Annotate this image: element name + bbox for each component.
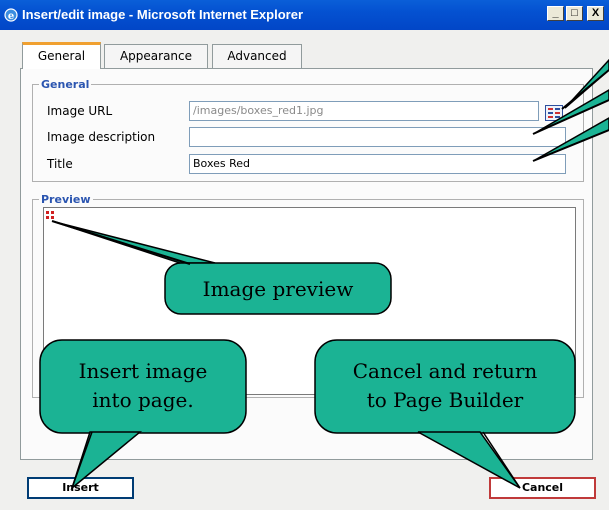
image-preview-callout-text: Image preview bbox=[202, 277, 354, 301]
image-url-label: Image URL bbox=[47, 104, 113, 118]
image-description-label: Image description bbox=[47, 130, 156, 144]
insert-callout-line2: into page. bbox=[92, 388, 194, 412]
preview-thumbnail-image bbox=[46, 211, 54, 219]
image-url-input[interactable]: /images/boxes_red1.jpg bbox=[189, 101, 539, 121]
ie-icon: e bbox=[4, 8, 18, 22]
cancel-callout-line2: to Page Builder bbox=[366, 388, 524, 412]
cancel-button[interactable]: Cancel bbox=[489, 477, 596, 499]
window-title: Insert/edit image - Microsoft Internet E… bbox=[22, 7, 303, 22]
maximize-button[interactable]: □ bbox=[566, 6, 583, 21]
minimize-button[interactable]: _ bbox=[547, 6, 564, 21]
cancel-callout-line1: Cancel and return bbox=[352, 359, 538, 383]
insert-callout-line1: Insert image bbox=[78, 359, 208, 383]
title-label: Title bbox=[47, 157, 73, 171]
tab-general[interactable]: General bbox=[22, 42, 101, 69]
browse-icon[interactable] bbox=[545, 105, 563, 121]
general-legend: General bbox=[41, 78, 90, 91]
title-bar[interactable]: e Insert/edit image - Microsoft Internet… bbox=[0, 0, 609, 30]
dialog-window: e Insert/edit image - Microsoft Internet… bbox=[0, 0, 609, 510]
close-button[interactable]: X bbox=[587, 6, 604, 21]
image-description-input[interactable] bbox=[189, 127, 566, 147]
svg-text:e: e bbox=[8, 11, 14, 22]
tab-appearance[interactable]: Appearance bbox=[104, 44, 208, 68]
insert-button[interactable]: Insert bbox=[27, 477, 134, 499]
title-input[interactable]: Boxes Red bbox=[189, 154, 566, 174]
tab-advanced[interactable]: Advanced bbox=[212, 44, 302, 68]
preview-legend: Preview bbox=[41, 193, 91, 206]
